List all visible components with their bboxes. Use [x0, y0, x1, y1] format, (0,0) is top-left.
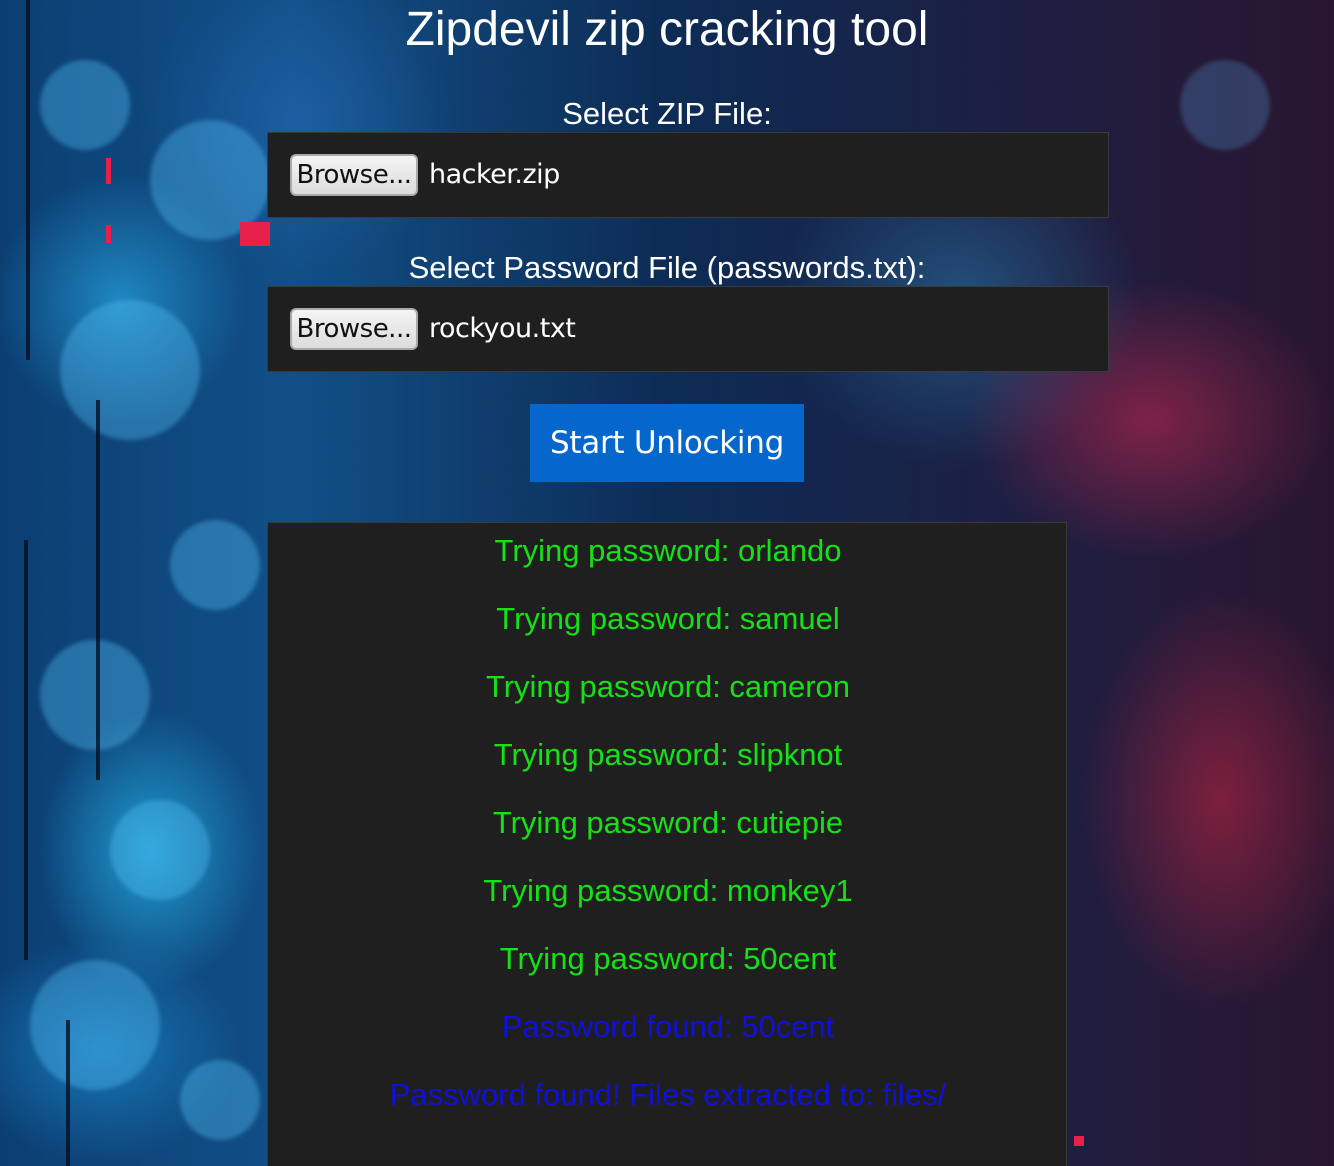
zip-file-input[interactable]: Browse... hacker.zip — [267, 132, 1109, 218]
log-line: Trying password: monkey1 — [483, 873, 853, 908]
password-found-line: Password found: 50cent — [501, 1009, 835, 1044]
output-log: Trying password: orlando Trying password… — [267, 522, 1067, 1166]
password-browse-button[interactable]: Browse... — [290, 308, 418, 350]
extraction-result-line: Password found! Files extracted to: file… — [389, 1077, 947, 1112]
zip-browse-button[interactable]: Browse... — [290, 154, 418, 196]
log-line: Trying password: orlando — [494, 533, 842, 568]
zip-file-name: hacker.zip — [429, 159, 560, 190]
password-file-label: Select Password File (passwords.txt): — [408, 250, 926, 285]
log-line: Trying password: samuel — [496, 601, 840, 636]
log-line: Trying password: slipknot — [493, 737, 843, 772]
password-file-name: rockyou.txt — [429, 313, 576, 344]
zip-file-label: Select ZIP File: — [562, 96, 772, 131]
app-container: Zipdevil zip cracking tool Select ZIP Fi… — [0, 0, 1334, 1166]
start-unlocking-button[interactable]: Start Unlocking — [530, 404, 804, 482]
password-file-input[interactable]: Browse... rockyou.txt — [267, 286, 1109, 372]
log-line: Trying password: cutiepie — [492, 805, 844, 840]
log-line: Trying password: 50cent — [499, 941, 837, 976]
log-line: Trying password: cameron — [485, 669, 851, 704]
page-title: Zipdevil zip cracking tool — [405, 3, 929, 56]
